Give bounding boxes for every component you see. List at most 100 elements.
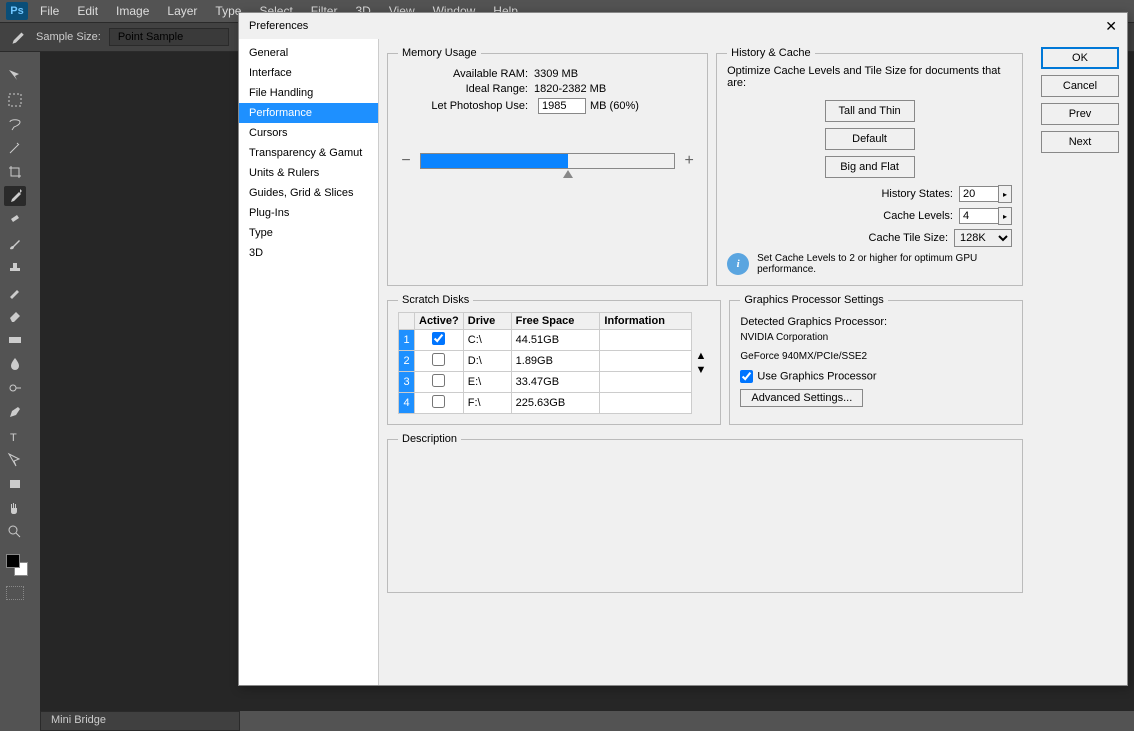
dialog-title: Preferences [249,20,308,32]
gradient-tool[interactable] [4,330,26,350]
heal-tool[interactable] [4,210,26,230]
eyedropper-tool[interactable] [4,186,26,206]
big-flat-button[interactable]: Big and Flat [825,156,915,178]
col-info: Information [600,313,691,330]
scratch-check-2[interactable] [432,353,445,366]
sample-size-label: Sample Size: [36,31,101,43]
eyedropper-icon [8,28,26,46]
menu-image[interactable]: Image [116,4,149,18]
tall-thin-button[interactable]: Tall and Thin [825,100,915,122]
ok-button[interactable]: OK [1041,47,1119,69]
wand-tool[interactable] [4,138,26,158]
path-tool[interactable] [4,450,26,470]
dialog-buttons: OK Cancel Prev Next [1031,39,1127,685]
gpu-group: Graphics Processor Settings Detected Gra… [729,294,1023,425]
table-row[interactable]: 3E:\33.47GB [399,372,692,393]
advanced-settings-button[interactable]: Advanced Settings... [740,389,863,407]
info-text: Set Cache Levels to 2 or higher for opti… [757,253,1012,275]
prev-button[interactable]: Prev [1041,103,1119,125]
cat-plugins[interactable]: Plug-Ins [239,203,378,223]
pen-tool[interactable] [4,402,26,422]
let-use-suffix: MB (60%) [590,100,639,112]
scratch-check-1[interactable] [432,332,445,345]
blur-tool[interactable] [4,354,26,374]
app-logo: Ps [6,2,28,20]
lasso-tool[interactable] [4,114,26,134]
brush-tool[interactable] [4,234,26,254]
ideal-range-label: Ideal Range: [398,83,528,95]
move-down-icon[interactable]: ▼ [692,363,711,377]
shape-tool[interactable] [4,474,26,494]
gpu-model: GeForce 940MX/PCIe/SSE2 [740,351,1012,362]
gpu-vendor: NVIDIA Corporation [740,332,1012,343]
col-active: Active? [415,313,464,330]
sample-size-combo[interactable]: Point Sample [109,28,229,46]
quickmask-toggle[interactable] [6,586,24,600]
table-row[interactable]: 4F:\225.63GB [399,393,692,414]
cat-performance[interactable]: Performance [239,103,378,123]
history-brush-tool[interactable] [4,282,26,302]
svg-text:T: T [10,432,17,444]
memory-slider[interactable] [420,153,675,169]
cache-levels-spin[interactable]: ▸ [998,207,1012,225]
hand-tool[interactable] [4,498,26,518]
scratch-legend: Scratch Disks [398,294,473,306]
scratch-disks-group: Scratch Disks Active?DriveFree SpaceInfo… [387,294,721,425]
mini-bridge-tab[interactable]: Mini Bridge [40,711,240,731]
use-gpu-label: Use Graphics Processor [757,370,876,382]
cat-interface[interactable]: Interface [239,63,378,83]
history-text: Optimize Cache Levels and Tile Size for … [727,65,1012,89]
move-tool[interactable] [4,66,26,86]
history-states-spin[interactable]: ▸ [998,185,1012,203]
let-use-input[interactable] [538,98,586,114]
menu-edit[interactable]: Edit [77,4,98,18]
next-button[interactable]: Next [1041,131,1119,153]
cat-3d[interactable]: 3D [239,243,378,263]
cat-file-handling[interactable]: File Handling [239,83,378,103]
let-use-label: Let Photoshop Use: [398,100,528,112]
menu-file[interactable]: File [40,4,59,18]
cat-general[interactable]: General [239,43,378,63]
slider-plus[interactable]: + [681,152,697,170]
menu-layer[interactable]: Layer [167,4,197,18]
crop-tool[interactable] [4,162,26,182]
scratch-check-3[interactable] [432,374,445,387]
cat-guides[interactable]: Guides, Grid & Slices [239,183,378,203]
cache-levels-input[interactable] [959,208,999,224]
color-swatches[interactable] [6,554,24,572]
scratch-table: Active?DriveFree SpaceInformation 1C:\44… [398,312,692,414]
col-drive: Drive [463,313,511,330]
cat-type[interactable]: Type [239,223,378,243]
gpu-legend: Graphics Processor Settings [740,294,887,306]
use-gpu-checkbox[interactable] [740,370,753,383]
description-legend: Description [398,433,461,445]
cat-transparency[interactable]: Transparency & Gamut [239,143,378,163]
cache-tile-select[interactable]: 128K [954,229,1012,247]
close-icon[interactable]: ✕ [1105,18,1117,35]
history-states-input[interactable] [959,186,999,202]
scratch-check-4[interactable] [432,395,445,408]
slider-minus[interactable]: − [398,152,414,170]
marquee-tool[interactable] [4,90,26,110]
move-up-icon[interactable]: ▲ [692,349,711,363]
toolbox: T [0,62,30,600]
cat-units[interactable]: Units & Rulers [239,163,378,183]
memory-usage-group: Memory Usage Available RAM:3309 MB Ideal… [387,47,708,286]
default-button[interactable]: Default [825,128,915,150]
dodge-tool[interactable] [4,378,26,398]
cat-cursors[interactable]: Cursors [239,123,378,143]
stamp-tool[interactable] [4,258,26,278]
dialog-titlebar: Preferences ✕ [239,13,1127,39]
eraser-tool[interactable] [4,306,26,326]
table-row[interactable]: 1C:\44.51GB [399,330,692,351]
history-cache-group: History & Cache Optimize Cache Levels an… [716,47,1023,286]
detected-gpu-label: Detected Graphics Processor: [740,316,1012,328]
text-tool[interactable]: T [4,426,26,446]
ideal-range-value: 1820-2382 MB [534,83,606,95]
zoom-tool[interactable] [4,522,26,542]
table-row[interactable]: 2D:\1.89GB [399,351,692,372]
cache-levels-label: Cache Levels: [883,210,953,222]
cancel-button[interactable]: Cancel [1041,75,1119,97]
history-legend: History & Cache [727,47,814,59]
col-free: Free Space [511,313,600,330]
